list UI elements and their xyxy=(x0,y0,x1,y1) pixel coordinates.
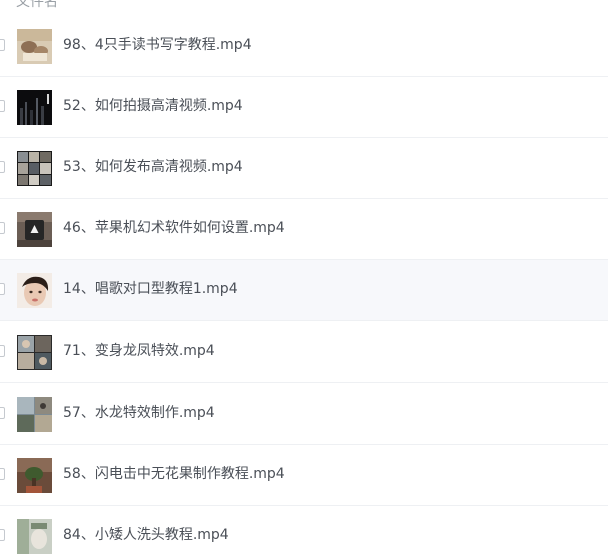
row-checkbox[interactable] xyxy=(0,222,5,234)
file-list: 文件名 98、4只手读书写字教程.mp4 52、如何拍摄高清视频.mp4 53、… xyxy=(0,0,608,555)
file-row[interactable]: 14、唱歌对口型教程1.mp4 xyxy=(0,260,608,321)
file-row[interactable]: 57、水龙特效制作.mp4 xyxy=(0,384,608,445)
video-thumbnail[interactable] xyxy=(17,335,52,370)
video-thumbnail[interactable] xyxy=(17,397,52,432)
file-row[interactable]: 58、闪电击中无花果制作教程.mp4 xyxy=(0,445,608,506)
video-thumbnail[interactable] xyxy=(17,90,52,125)
row-checkbox[interactable] xyxy=(0,161,5,173)
video-thumbnail[interactable] xyxy=(17,519,52,554)
file-row[interactable]: 53、如何发布高清视频.mp4 xyxy=(0,138,608,199)
video-thumbnail[interactable] xyxy=(17,273,52,308)
row-checkbox[interactable] xyxy=(0,407,5,419)
row-checkbox[interactable] xyxy=(0,345,5,357)
column-header-filename[interactable]: 文件名 xyxy=(16,0,58,11)
file-name[interactable]: 14、唱歌对口型教程1.mp4 xyxy=(63,280,238,298)
video-thumbnail[interactable] xyxy=(17,151,52,186)
row-checkbox[interactable] xyxy=(0,100,5,112)
file-name[interactable]: 84、小矮人洗头教程.mp4 xyxy=(63,526,229,544)
row-checkbox[interactable] xyxy=(0,529,5,541)
file-name[interactable]: 57、水龙特效制作.mp4 xyxy=(63,404,215,422)
video-thumbnail[interactable] xyxy=(17,212,52,247)
row-checkbox[interactable] xyxy=(0,283,5,295)
video-thumbnail[interactable] xyxy=(17,458,52,493)
file-row[interactable]: 71、变身龙凤特效.mp4 xyxy=(0,322,608,383)
file-name[interactable]: 52、如何拍摄高清视频.mp4 xyxy=(63,97,243,115)
video-thumbnail[interactable] xyxy=(17,29,52,64)
row-checkbox[interactable] xyxy=(0,39,5,51)
row-checkbox[interactable] xyxy=(0,468,5,480)
file-row[interactable]: 98、4只手读书写字教程.mp4 xyxy=(0,16,608,77)
file-name[interactable]: 46、苹果机幻术软件如何设置.mp4 xyxy=(63,219,285,237)
file-name[interactable]: 58、闪电击中无花果制作教程.mp4 xyxy=(63,465,285,483)
file-name[interactable]: 98、4只手读书写字教程.mp4 xyxy=(63,36,252,54)
file-row[interactable]: 46、苹果机幻术软件如何设置.mp4 xyxy=(0,199,608,260)
file-name[interactable]: 71、变身龙凤特效.mp4 xyxy=(63,342,215,360)
file-row[interactable]: 84、小矮人洗头教程.mp4 xyxy=(0,506,608,555)
file-name[interactable]: 53、如何发布高清视频.mp4 xyxy=(63,158,243,176)
file-list-header: 文件名 xyxy=(0,0,608,10)
file-row[interactable]: 52、如何拍摄高清视频.mp4 xyxy=(0,77,608,138)
